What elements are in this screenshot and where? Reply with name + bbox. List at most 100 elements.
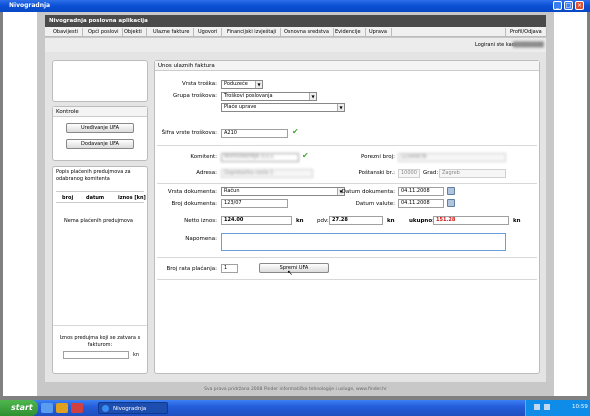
browser-icon	[102, 405, 109, 412]
neto-label: Netto iznos:	[184, 218, 217, 224]
prepayments-panel: Popis plaćenih predujmova za odabranog k…	[52, 166, 148, 374]
neto-unit: kn	[296, 218, 304, 224]
app-title: Nivogradnja poslovna aplikacija	[49, 18, 148, 24]
broj-rata-input[interactable]: 1	[221, 264, 238, 273]
add-ufa-button[interactable]: Dodavanje UFA	[66, 139, 134, 149]
grupa-troska-value: Troškovi poslovanja	[224, 93, 273, 99]
vrsta-troska-label: Vrsta troška:	[181, 81, 217, 87]
pdv-input[interactable]: 27.28	[329, 216, 383, 225]
adresa-field: Zagrebačka cesta 1	[221, 169, 313, 178]
col-broj: broj	[62, 195, 74, 201]
pdv-label: pdv:	[317, 218, 329, 224]
logged-in-label: Logirani ste kao:	[475, 42, 517, 48]
window-titlebar[interactable]: Nivogradnja _ □ ×	[0, 0, 590, 12]
menu-item-objekti[interactable]: Objekti	[120, 28, 147, 36]
sifra-input[interactable]: A210	[221, 129, 288, 138]
menu-item-opci-poslovi[interactable]: Opći poslovi	[84, 28, 124, 36]
minimize-icon[interactable]: _	[553, 1, 562, 10]
podgrupa-select[interactable]: Plaće uprave ▼	[221, 103, 345, 112]
calendar-icon[interactable]	[447, 199, 455, 207]
kontrole-panel: Kontrole Uređivanje UFA Dodavanje UFA	[52, 106, 148, 161]
grupa-troska-select[interactable]: Troškovi poslovanja ▼	[221, 92, 317, 101]
broj-rata-label: Broj rata plaćanja:	[166, 266, 217, 272]
prepayment-amount-label: Iznos predujma koji se zatvara s fakturo…	[59, 335, 141, 348]
check-icon: ✔	[302, 151, 309, 160]
broj-dokumenta-input[interactable]: 123/07	[221, 199, 288, 208]
adresa-label: Adresa:	[196, 170, 217, 176]
taskbar-item-nivogradnja[interactable]: Nivogradnja	[98, 402, 168, 414]
menu-item-ugovori[interactable]: Ugovori	[194, 28, 223, 36]
ukupno-unit: kn	[513, 218, 521, 224]
pdv-unit: kn	[387, 218, 395, 224]
chevron-down-icon: ▼	[337, 104, 344, 111]
logged-in-user: ████████	[513, 42, 544, 48]
menu-item-ulazne-fakture[interactable]: Ulazne fakture	[149, 28, 195, 36]
login-bar: Logirani ste kao: ████████	[45, 38, 546, 52]
mouse-cursor-icon: ↖	[287, 269, 293, 277]
komitent-label: Komitent:	[190, 154, 217, 160]
menu-item-uprava[interactable]: Uprava	[365, 28, 392, 36]
menu-item-evidencije[interactable]: Evidencije	[331, 28, 366, 36]
tray-icon[interactable]	[534, 404, 540, 410]
ukupno-field: 151.28	[433, 216, 509, 225]
chevron-down-icon: ▼	[255, 81, 262, 88]
postanski-field: 10000	[398, 169, 420, 178]
prepayments-title: Popis plaćenih predujmova za odabranog k…	[56, 169, 131, 182]
profile-logout-link[interactable]: Profil/Odjava	[505, 28, 547, 36]
menu-item-obavijesti[interactable]: Obavijesti	[49, 28, 83, 36]
prepayments-divider	[53, 325, 147, 326]
tray-icon[interactable]	[544, 404, 550, 410]
grupa-troska-label: Grupa troškova:	[173, 93, 217, 99]
taskbar-item-label: Nivogradnja	[113, 406, 147, 412]
komitent-input[interactable]: NIVOGRADNJA d.o.o	[221, 153, 299, 162]
datum-valute-input[interactable]: 04.11.2008	[398, 199, 444, 208]
form-divider-1	[157, 145, 537, 146]
col-iznos: iznos [kn]	[118, 195, 146, 201]
grad-field: Zagreb	[439, 169, 506, 178]
prepayments-table-header: broj datum iznos [kn]	[56, 191, 146, 203]
vrsta-troska-value: Poduzeće	[224, 81, 248, 87]
save-ufa-button[interactable]: Spremi UFA	[259, 263, 329, 273]
vrsta-troska-select[interactable]: Poduzeće ▼	[221, 80, 263, 89]
napomena-textarea[interactable]	[221, 233, 506, 251]
broj-dokumenta-label: Broj dokumenta:	[171, 201, 217, 207]
postanski-label: Poštanski br.:	[358, 170, 395, 176]
form-title: Unos ulaznih faktura	[158, 63, 215, 69]
taskbar	[0, 400, 590, 416]
vrsta-dokumenta-value: Račun	[224, 188, 240, 194]
menu-item-financijski[interactable]: Financijski izvještaji	[223, 28, 282, 36]
vrsta-dokumenta-label: Vrsta dokumenta:	[167, 189, 217, 195]
start-button[interactable]: start	[0, 400, 38, 416]
porezni-broj-label: Porezni broj:	[360, 154, 395, 160]
grad-label: Grad:	[423, 170, 439, 176]
kontrole-header: Kontrole	[53, 107, 147, 117]
edit-ufa-button[interactable]: Uređivanje UFA	[66, 123, 134, 133]
calendar-icon[interactable]	[447, 187, 455, 195]
chevron-down-icon: ▼	[309, 93, 316, 100]
page-footer: Sva prava pridržana 2008 Pinder informat…	[204, 387, 387, 392]
form-header: Unos ulaznih faktura	[155, 61, 539, 71]
system-tray: 10:59	[525, 400, 590, 416]
ufa-form-panel: Unos ulaznih faktura Vrsta troška: Poduz…	[154, 60, 540, 374]
prepayments-empty: Nema plaćenih predujmova	[64, 218, 133, 224]
main-menu: Obavijesti Opći poslovi Objekti Ulazne f…	[45, 27, 547, 37]
close-icon[interactable]: ×	[575, 1, 584, 10]
quicklaunch-icon[interactable]	[56, 403, 68, 413]
neto-input[interactable]: 124.00	[221, 216, 292, 225]
podgrupa-value: Plaće uprave	[224, 104, 257, 110]
maximize-icon[interactable]: □	[564, 1, 573, 10]
ukupno-label: ukupno:	[409, 218, 435, 224]
left-top-panel	[52, 60, 148, 102]
menu-item-osnovna-sredstva[interactable]: Osnovna sredstva	[280, 28, 334, 36]
quicklaunch-icon[interactable]	[41, 403, 53, 413]
form-divider-4	[157, 279, 537, 280]
col-datum: datum	[86, 195, 105, 201]
kontrole-title: Kontrole	[56, 109, 79, 115]
datum-dokumenta-input[interactable]: 04.11.2008	[398, 187, 444, 196]
quicklaunch-icon[interactable]	[71, 403, 83, 413]
check-icon: ✔	[292, 127, 299, 136]
form-divider-3	[157, 257, 537, 258]
napomena-label: Napomena:	[185, 236, 217, 242]
porezni-broj-field: 12345678	[398, 153, 506, 162]
prepayment-amount-input[interactable]	[63, 351, 129, 359]
